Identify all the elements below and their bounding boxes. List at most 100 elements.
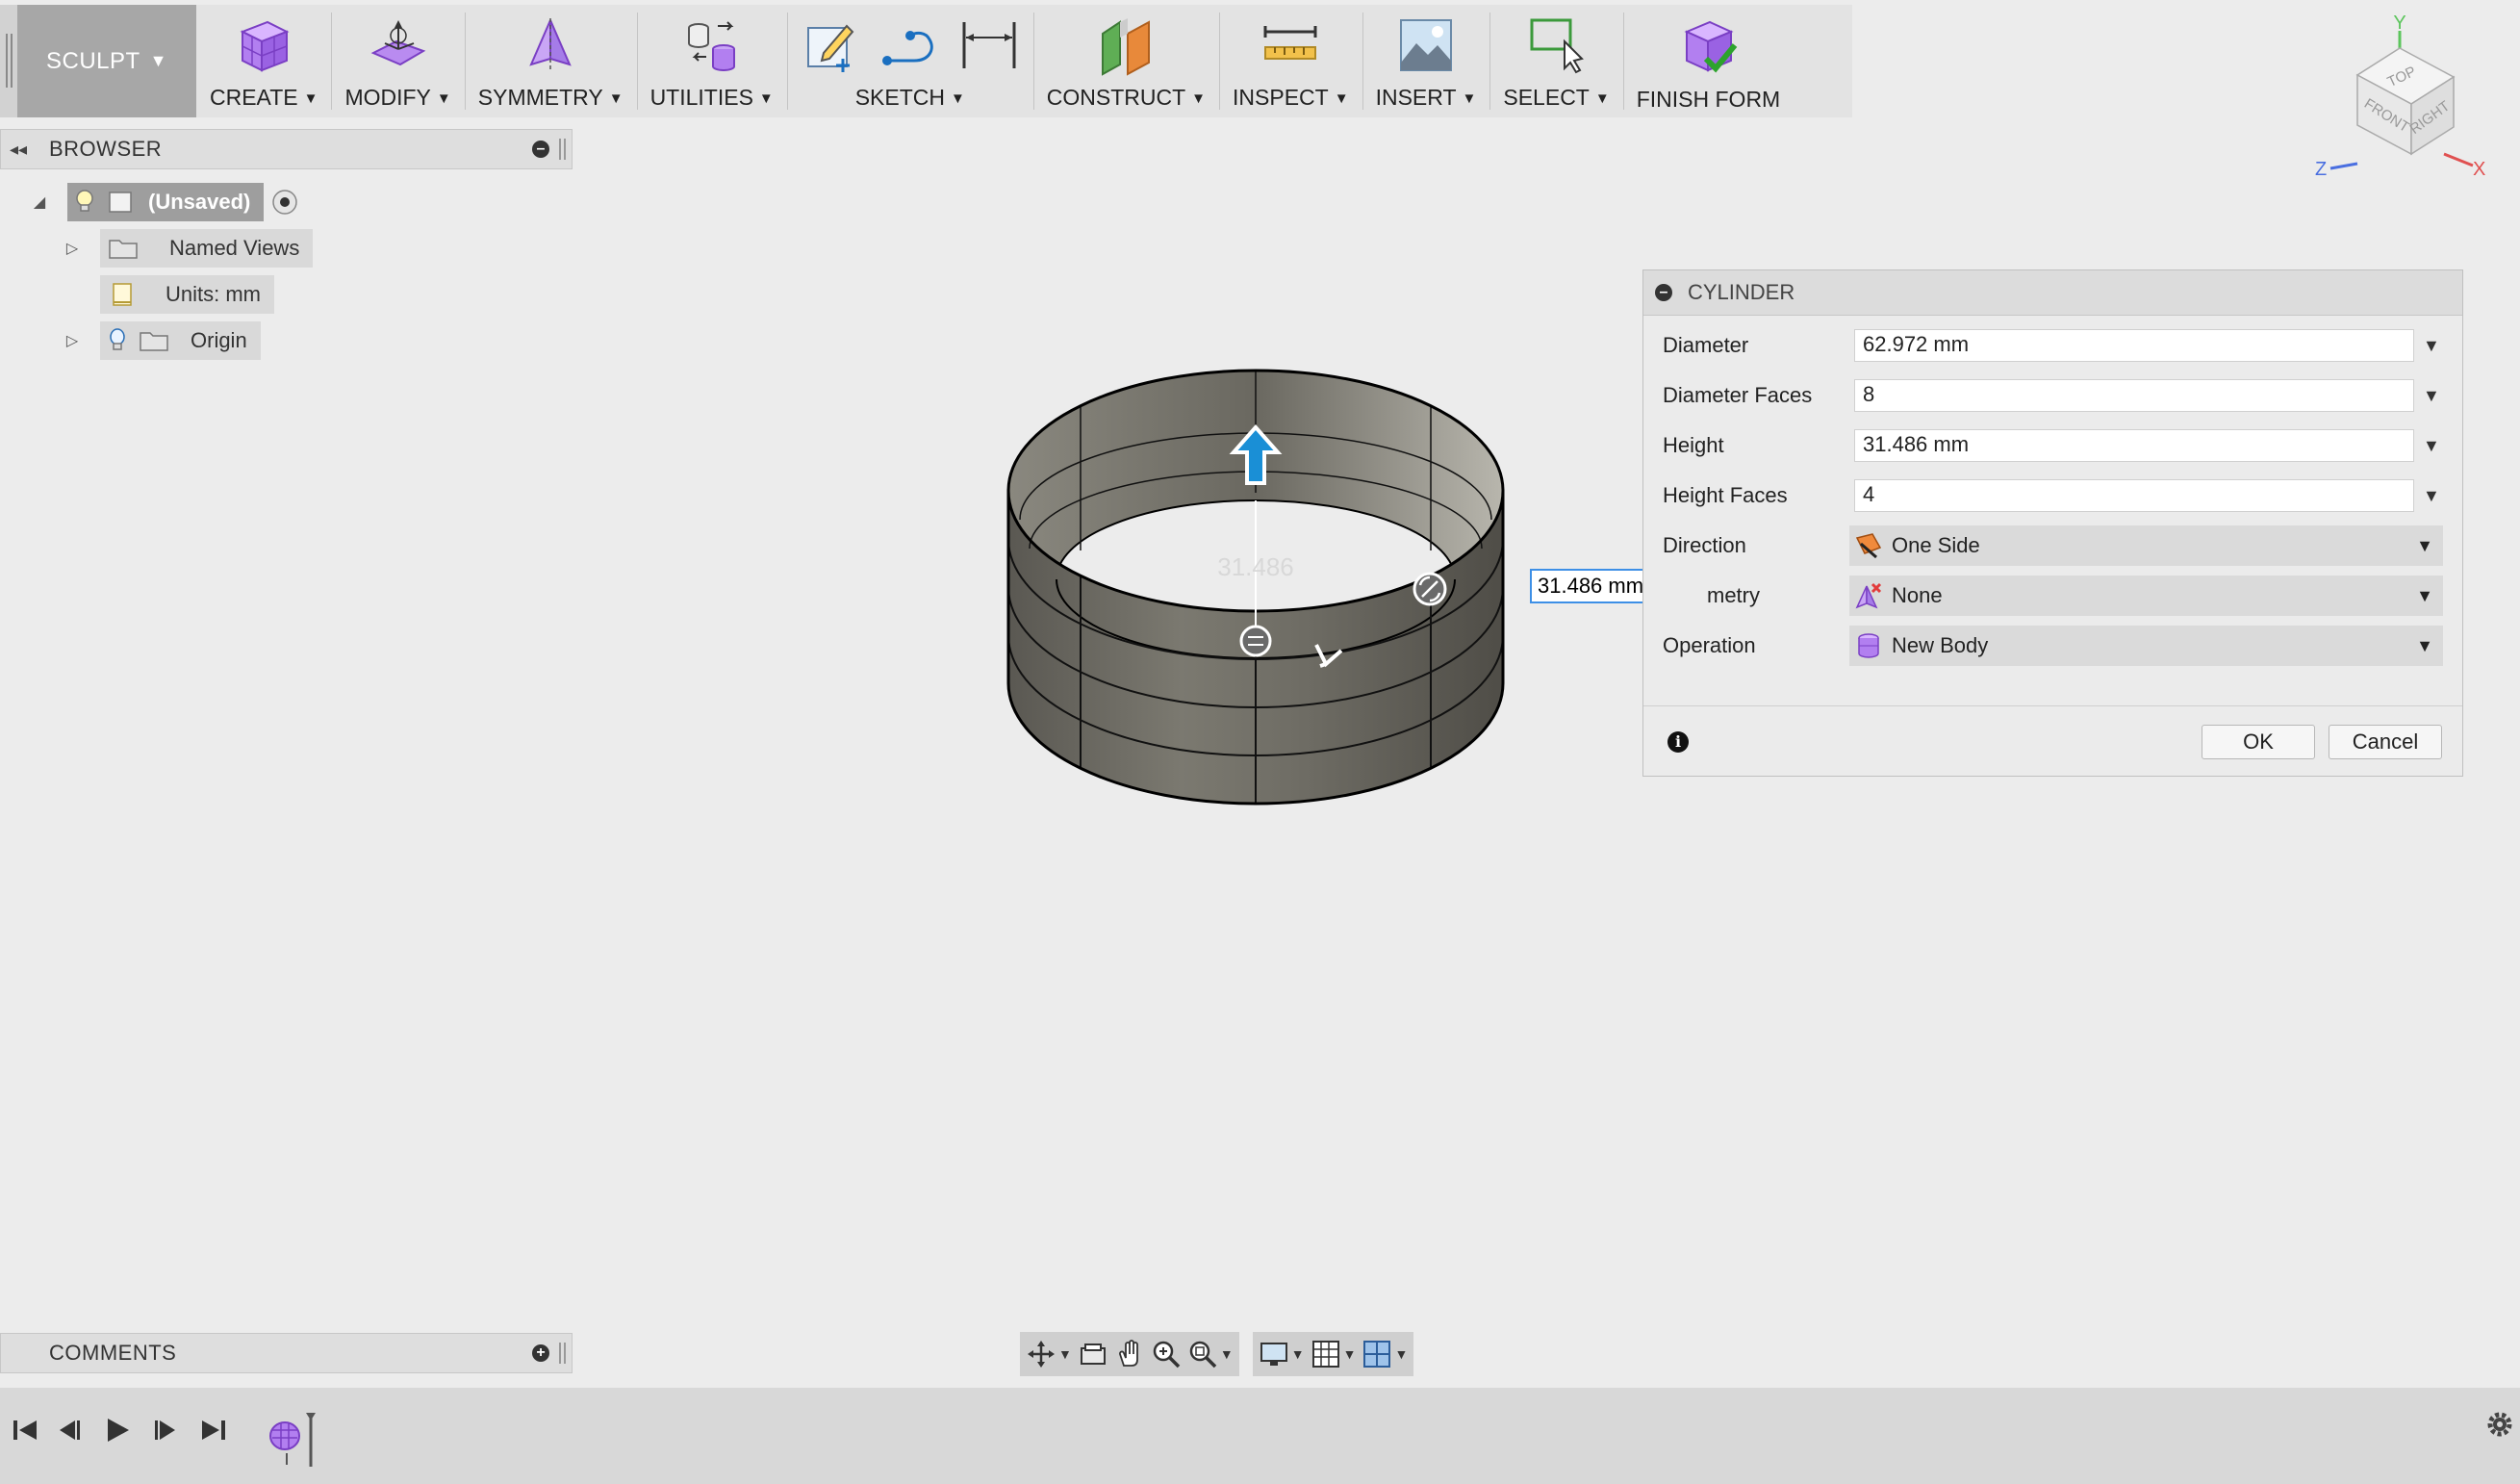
diameter-field[interactable]: 62.972 mm [1854, 329, 2414, 362]
collapse-panel-icon[interactable]: ◂◂ [1, 140, 36, 160]
tree-root-document[interactable]: (Unsaved) [67, 183, 265, 221]
utilities-menu-button[interactable]: UTILITIES ▼ [636, 5, 787, 117]
tree-item-label: Units: mm [165, 282, 261, 306]
canvas-image-icon [1399, 19, 1452, 71]
activate-radio-icon[interactable] [271, 189, 298, 216]
timeline [0, 1388, 2520, 1484]
panel-grip[interactable] [559, 139, 566, 160]
direction-select[interactable]: One Side ▼ [1849, 525, 2443, 566]
tree-node-units[interactable]: Units: mm [100, 275, 274, 314]
ok-button[interactable]: OK [2202, 724, 2315, 759]
chevron-down-icon: ▼ [1594, 90, 1610, 107]
operation-select[interactable]: New Body ▼ [1849, 626, 2443, 666]
chevron-down-icon[interactable]: ▼ [2423, 336, 2440, 356]
dimension-label: 31.486 [1217, 552, 1294, 581]
play-icon[interactable] [100, 1413, 135, 1447]
modify-menu-button[interactable]: MODIFY ▼ [331, 5, 464, 117]
finish-form-icon [1684, 20, 1738, 73]
create-menu-button[interactable]: CREATE ▼ [196, 5, 331, 117]
grid-settings-button[interactable]: ▼ [1311, 1339, 1356, 1369]
inspect-label: INSPECT [1233, 85, 1329, 110]
look-at-button[interactable] [1078, 1339, 1108, 1369]
toolbar: SCULPT ▼ CREATE ▼ MODIFY ▼ SYMMETRY ▼ UT… [0, 5, 1852, 117]
hand-icon [1118, 1340, 1138, 1367]
chevron-down-icon: ▼ [149, 51, 167, 70]
operation-row: Operation New Body ▼ [1643, 625, 2464, 667]
tree-root-row: ◢ (Unsaved) [25, 183, 298, 221]
timeline-form-feature-icon[interactable] [266, 1407, 323, 1467]
height-row: Height 31.486 mm ▼ [1643, 424, 2464, 467]
chevron-down-icon: ▼ [303, 90, 318, 107]
chevron-down-icon: ▼ [1334, 90, 1349, 107]
offset-plane-icon [1102, 18, 1151, 76]
diameter-row: Diameter 62.972 mm ▼ [1643, 324, 2464, 367]
symmetry-label: metry [1707, 583, 1760, 607]
symmetry-icon [529, 18, 572, 70]
lightbulb-icon[interactable] [75, 190, 94, 215]
display-settings-button[interactable]: ▼ [1259, 1339, 1305, 1369]
lightbulb-icon[interactable] [108, 328, 127, 353]
chevron-down-icon: ▼ [2416, 635, 2433, 655]
collapse-dialog-button[interactable]: – [1655, 284, 1672, 301]
step-back-icon[interactable] [52, 1413, 87, 1447]
fusion-app: SCULPT ▼ CREATE ▼ MODIFY ▼ SYMMETRY ▼ UT… [0, 0, 2520, 1484]
workspace-label: SCULPT [45, 47, 140, 74]
create-sketch-icon [806, 24, 854, 72]
height-field[interactable]: 31.486 mm [1854, 429, 2414, 462]
add-comment-button[interactable]: + [532, 1344, 549, 1362]
tree-node-origin[interactable]: Origin [100, 321, 261, 360]
pan-button[interactable] [1114, 1339, 1145, 1369]
viewports-button[interactable]: ▼ [1362, 1339, 1408, 1369]
sketch-menu-button[interactable]: SKETCH ▼ [786, 5, 1033, 117]
folder-icon [109, 240, 138, 259]
inspect-menu-button[interactable]: INSPECT ▼ [1219, 5, 1362, 117]
orbit-button[interactable]: ▼ [1026, 1339, 1072, 1369]
chevron-down-icon: ▼ [1219, 1346, 1234, 1362]
zoom-button[interactable] [1151, 1339, 1182, 1369]
panel-grip[interactable] [559, 1343, 566, 1364]
height-label: Height [1663, 433, 1724, 457]
expand-triangle-icon[interactable]: ▷ [58, 331, 87, 350]
symmetry-row: metry None ▼ [1643, 575, 2464, 617]
document-icon [109, 192, 132, 213]
chevron-down-icon: ▼ [2416, 535, 2433, 555]
height-faces-field[interactable]: 4 [1854, 479, 2414, 512]
step-forward-icon[interactable] [148, 1413, 183, 1447]
construct-menu-button[interactable]: CONSTRUCT ▼ [1032, 5, 1219, 117]
cancel-button[interactable]: Cancel [2329, 724, 2442, 759]
comments-panel-header: COMMENTS + [0, 1333, 573, 1373]
tree-item-origin: ▷ Origin [58, 321, 261, 360]
view-cube[interactable]: Y Z X TOP FRONT RIGHT [2300, 10, 2492, 202]
chevron-down-icon[interactable]: ▼ [2423, 486, 2440, 506]
height-faces-label: Height Faces [1663, 483, 1788, 507]
chevron-down-icon: ▼ [1394, 1346, 1409, 1362]
chevron-down-icon[interactable]: ▼ [2423, 436, 2440, 456]
finish-form-button[interactable]: FINISH FORM [1622, 5, 1795, 117]
skip-to-end-icon[interactable] [196, 1413, 231, 1447]
symmetry-select[interactable]: None ▼ [1849, 576, 2443, 616]
sketch-label: SKETCH [854, 85, 945, 110]
comments-title: COMMENTS [49, 1341, 177, 1365]
chevron-down-icon: ▼ [608, 90, 624, 107]
workspace-switcher-button[interactable]: SCULPT ▼ [17, 5, 196, 117]
dialog-title: CYLINDER [1688, 280, 1795, 304]
expand-triangle-icon[interactable]: ▷ [58, 239, 87, 258]
skip-to-start-icon[interactable] [8, 1413, 42, 1447]
info-icon[interactable]: i [1667, 730, 1689, 753]
navigation-bar: ▼ ▼ ▼ ▼ ▼ [1020, 1332, 1414, 1376]
expand-triangle-icon[interactable]: ◢ [25, 192, 54, 212]
fit-button[interactable]: ▼ [1187, 1339, 1234, 1369]
viewport-cylinder[interactable]: 31.486 [962, 327, 1540, 866]
diameter-faces-field[interactable]: 8 [1854, 379, 2414, 412]
insert-menu-button[interactable]: INSERT ▼ [1362, 5, 1490, 117]
operation-label: Operation [1663, 633, 1756, 657]
minimize-panel-button[interactable]: – [532, 141, 549, 158]
toolbar-grip[interactable] [0, 5, 17, 117]
y-axis-label: Y [2393, 13, 2405, 34]
tree-node-named-views[interactable]: Named Views [100, 229, 314, 268]
window-select-icon [1530, 18, 1584, 74]
symmetry-menu-button[interactable]: SYMMETRY ▼ [464, 5, 637, 117]
select-menu-button[interactable]: SELECT ▼ [1489, 5, 1622, 117]
gear-icon[interactable] [2482, 1407, 2517, 1442]
chevron-down-icon[interactable]: ▼ [2423, 386, 2440, 406]
